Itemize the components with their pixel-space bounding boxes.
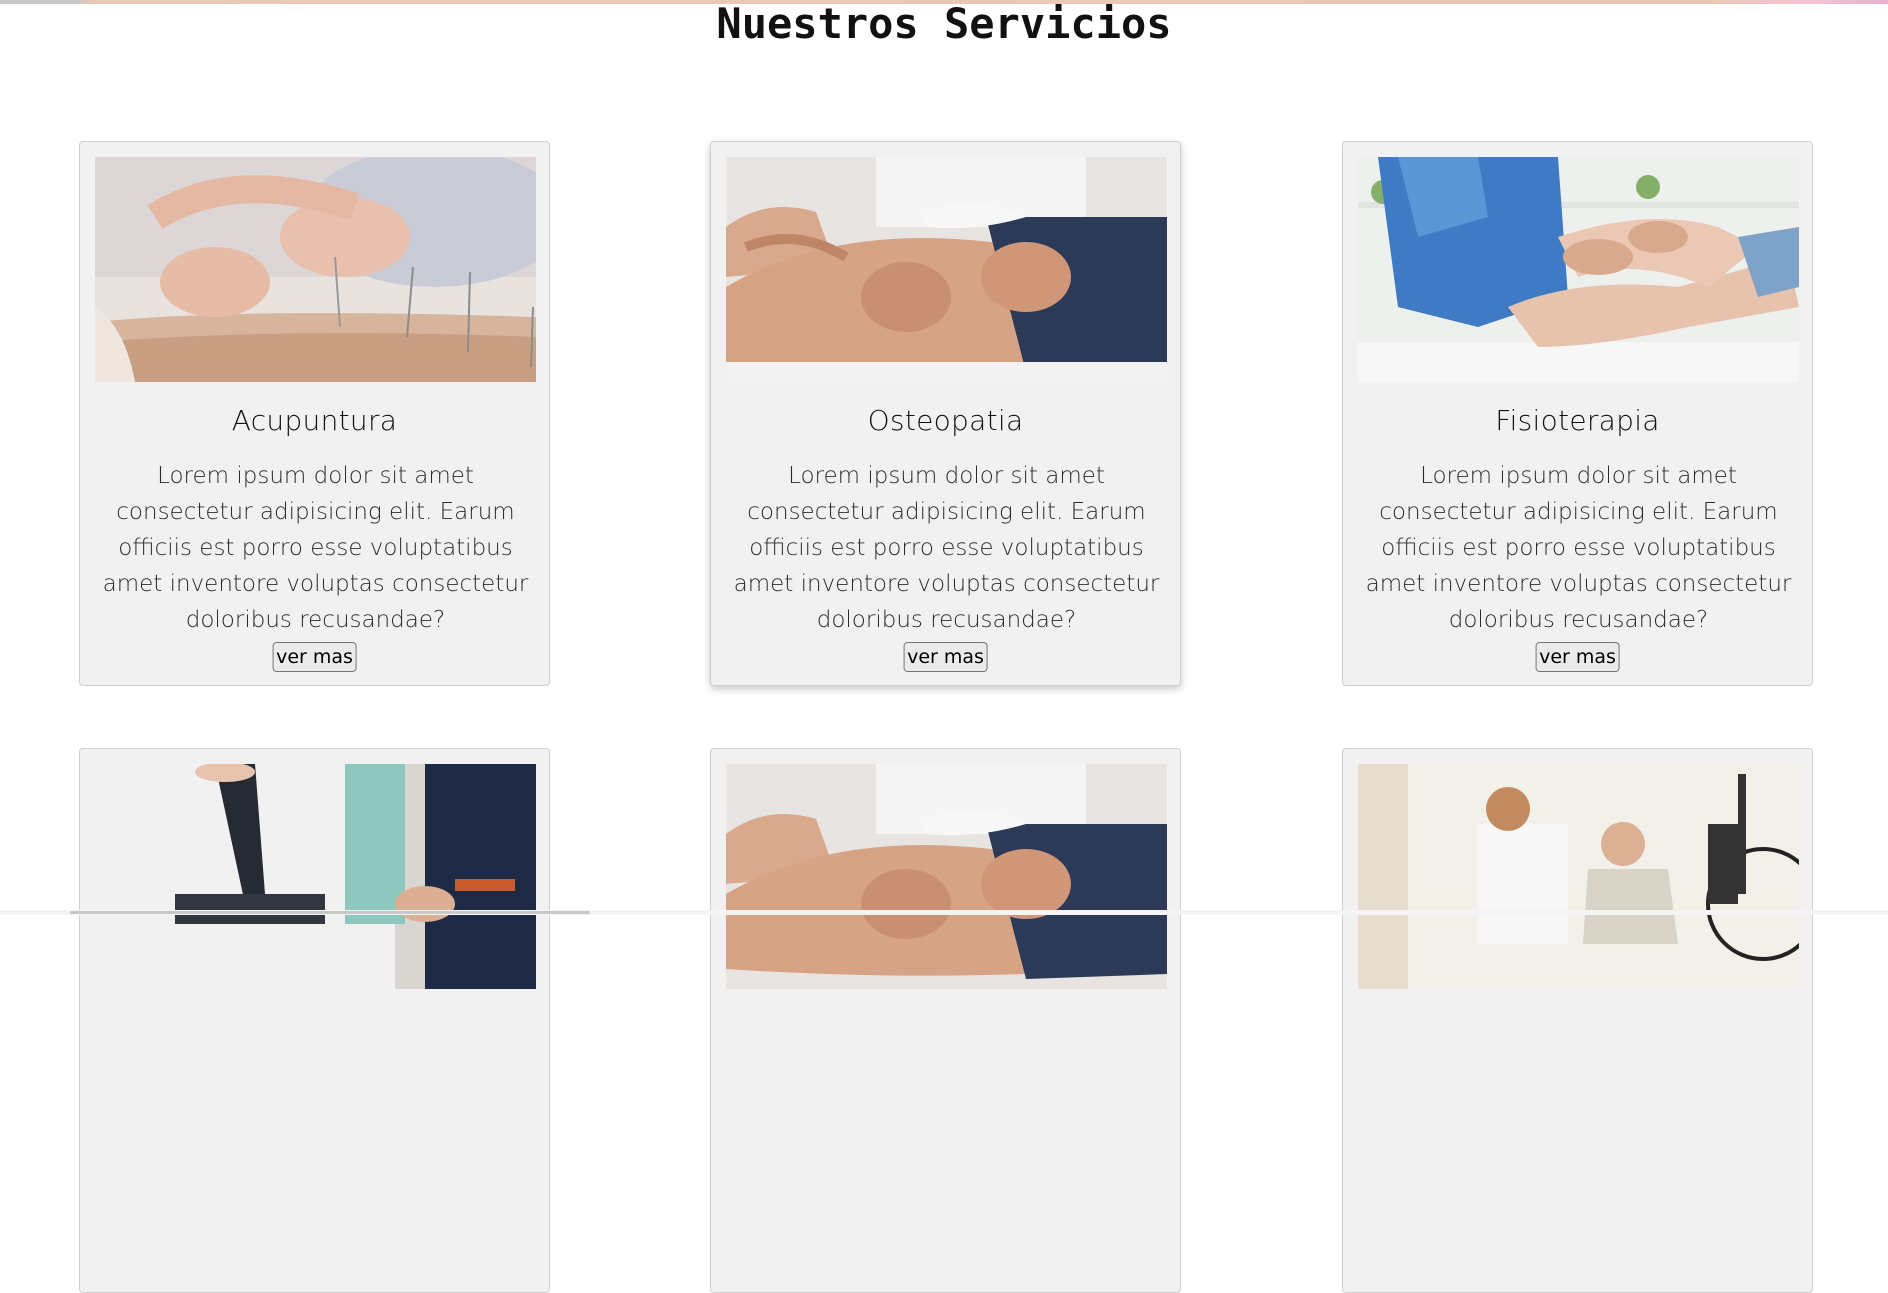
elderly-exercise-photo	[1358, 764, 1799, 989]
scrollbar-thumb[interactable]	[70, 911, 590, 914]
osteopathy-massage-photo	[726, 764, 1167, 989]
ver-mas-button[interactable]: ver mas	[272, 642, 357, 672]
physiotherapy-knee-photo	[1358, 157, 1799, 382]
acupuncture-photo	[95, 157, 536, 382]
page-title: Nuestros Servicios	[716, 0, 1172, 48]
service-title: Fisioterapia	[1495, 404, 1660, 437]
service-card-fisioterapia: Fisioterapia Lorem ipsum dolor sit amet …	[1342, 141, 1813, 686]
service-title: Osteopatia	[867, 404, 1024, 437]
ver-mas-button[interactable]: ver mas	[1535, 642, 1620, 672]
ver-mas-button[interactable]: ver mas	[903, 642, 988, 672]
service-card	[710, 748, 1181, 1293]
service-description: Lorem ipsum dolor sit amet consectetur a…	[733, 463, 1160, 633]
service-card	[1342, 748, 1813, 1293]
leg-stretch-photo	[95, 764, 536, 989]
service-card-osteopatia: Osteopatia Lorem ipsum dolor sit amet co…	[710, 141, 1181, 686]
service-description: Lorem ipsum dolor sit amet consectetur a…	[102, 463, 529, 633]
service-title: Acupuntura	[231, 404, 398, 437]
osteopathy-massage-photo	[726, 157, 1167, 382]
service-card	[79, 748, 550, 1293]
service-description: Lorem ipsum dolor sit amet consectetur a…	[1365, 463, 1792, 633]
service-card-acupuntura: Acupuntura Lorem ipsum dolor sit amet co…	[79, 141, 550, 686]
